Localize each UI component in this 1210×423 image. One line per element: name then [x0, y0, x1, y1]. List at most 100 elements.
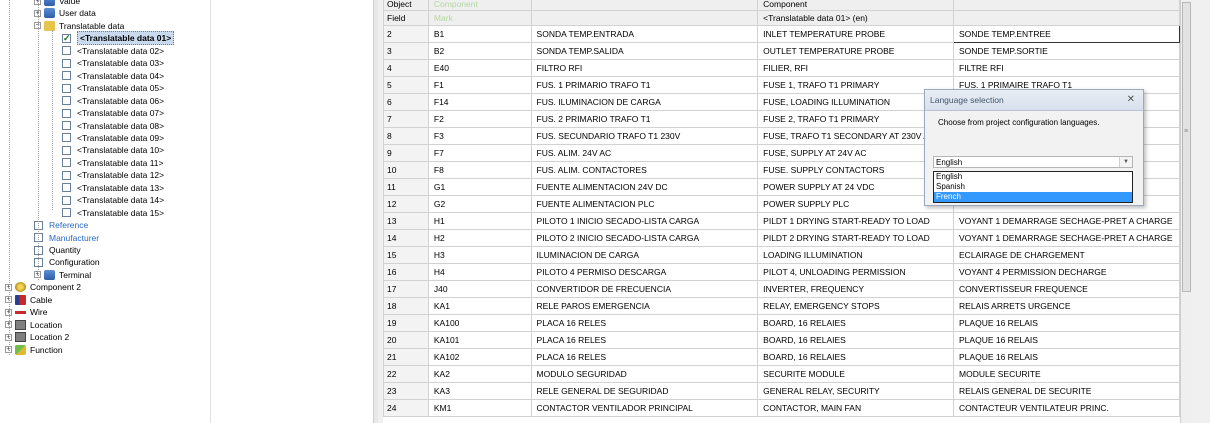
cell-source-text[interactable]: RELE GENERAL DE SEGURIDAD [530, 382, 759, 400]
table-row[interactable]: 18 KA1 RELE PAROS EMERGENCIA RELAY, EMERGEN… [383, 297, 1180, 315]
cell-source-text[interactable]: PILOTO 2 INICIO SECADO-LISTA CARGA [530, 229, 759, 247]
cell-source-text[interactable]: FUS. ALIM. CONTACTORES [530, 161, 759, 179]
table-row[interactable]: 3 B2 SONDA TEMP.SALIDA OUTLET TEMPERATURE P… [383, 42, 1180, 60]
tree-node[interactable]: <Translatable data 12> [62, 169, 164, 181]
cell-mark[interactable]: E40 [427, 59, 532, 77]
row-number[interactable]: 20 [383, 331, 429, 349]
cell-mark[interactable]: B2 [427, 42, 532, 60]
row-number[interactable]: 5 [383, 76, 429, 94]
cell-source-text[interactable]: FILTRO RFI [530, 59, 759, 77]
cell-translation-fr[interactable]: FILTRE RFI [953, 59, 1180, 77]
cell-translation-fr[interactable]: VOYANT 1 DEMARRAGE SECHAGE-PRET A CHARGE [953, 212, 1180, 230]
cell-translation-fr[interactable]: VOYANT 4 PERMISSION DECHARGE [953, 263, 1180, 281]
tree-checkbox[interactable] [62, 121, 71, 130]
cell-mark[interactable]: KA102 [427, 348, 532, 366]
cell-translation-fr[interactable]: MODULE SECURITE [953, 365, 1180, 383]
table-row[interactable]: 19 KA100 PLACA 16 RELES BOARD, 16 RELAIES PL… [383, 314, 1180, 332]
cell-mark[interactable]: KA2 [427, 365, 532, 383]
cell-mark[interactable]: F7 [427, 144, 532, 162]
cell-translation-fr[interactable]: CONTACTEUR VENTILATEUR PRINC. [953, 399, 1180, 417]
close-icon[interactable]: ✕ [1127, 90, 1135, 110]
tree-node[interactable]: + Function [5, 344, 63, 356]
table-row[interactable]: 21 KA102 PLACA 16 RELES BOARD, 16 RELAIES PL… [383, 348, 1180, 366]
row-number[interactable]: 9 [383, 144, 429, 162]
cell-mark[interactable]: B1 [427, 25, 532, 43]
cell-translation-en[interactable]: GENERAL RELAY, SECURITY [757, 382, 955, 400]
panel-splitter[interactable] [373, 0, 378, 423]
cell-source-text[interactable]: FUENTE ALIMENTACION PLC [530, 195, 759, 213]
tree-checkbox[interactable] [62, 208, 71, 218]
cell-source-text[interactable]: FUS. ALIM. 24V AC [530, 144, 759, 162]
cell-source-text[interactable]: RELE PAROS EMERGENCIA [530, 297, 759, 315]
row-number[interactable]: 19 [383, 314, 429, 332]
cell-source-text[interactable]: FUS. 2 PRIMARIO TRAFO T1 [530, 110, 759, 128]
cell-translation-en[interactable]: RELAY, EMERGENCY STOPS [757, 297, 955, 315]
language-option[interactable]: Spanish [934, 182, 1132, 192]
table-row[interactable]: 4 E40 FILTRO RFI FILIER, RFI FILTRE RFI [383, 59, 1180, 77]
language-option[interactable]: French [934, 192, 1132, 202]
cell-translation-fr[interactable]: CONVERTISSEUR FREQUENCE [953, 280, 1180, 298]
table-row[interactable]: 2 B1 SONDA TEMP.ENTRADA INLET TEMPERATURE P… [383, 25, 1180, 43]
cell-translation-fr[interactable]: SONDE TEMP.ENTREE [953, 25, 1180, 43]
cell-translation-en[interactable]: BOARD, 16 RELAIES [757, 314, 955, 332]
header-cell[interactable] [530, 10, 759, 26]
cell-translation-en[interactable]: FILIER, RFI [757, 59, 955, 77]
header-cell[interactable]: Component [427, 0, 532, 11]
cell-translation-en[interactable]: BOARD, 16 RELAIES [757, 331, 955, 349]
cell-translation-fr[interactable]: VOYANT 1 DEMARRAGE SECHAGE-PRET A CHARGE [953, 229, 1180, 247]
cell-mark[interactable]: H1 [427, 212, 532, 230]
row-number[interactable]: 10 [383, 161, 429, 179]
cell-source-text[interactable]: PILOTO 4 PERMISO DESCARGA [530, 263, 759, 281]
tree-node[interactable]: <Translatable data 05> [62, 82, 164, 94]
tree-node[interactable]: + Cable [5, 294, 52, 306]
row-number[interactable]: 6 [383, 93, 429, 111]
tree-node[interactable]: + Component 2 [5, 281, 81, 293]
tree-checkbox[interactable] [62, 133, 71, 143]
tree-node[interactable]: Reference [34, 219, 88, 231]
table-row[interactable]: 17 J40 CONVERTIDOR DE FRECUENCIA INVERTER, … [383, 280, 1180, 298]
cell-source-text[interactable]: MODULO SEGURIDAD [530, 365, 759, 383]
cell-mark[interactable]: G1 [427, 178, 532, 196]
tree-checkbox[interactable] [62, 71, 71, 81]
cell-translation-en[interactable]: PILDT 1 DRYING START-READY TO LOAD [757, 212, 955, 230]
cell-mark[interactable]: KA100 [427, 314, 532, 332]
tree-node[interactable]: <Translatable data 10> [62, 144, 164, 156]
cell-translation-fr[interactable]: PLAQUE 16 RELAIS [953, 314, 1180, 332]
row-number[interactable]: 21 [383, 348, 429, 366]
cell-translation-fr[interactable]: RELAIS GENERAL DE SECURITE [953, 382, 1180, 400]
cell-source-text[interactable]: SONDA TEMP.ENTRADA [530, 25, 759, 43]
cell-source-text[interactable]: FUS. SECUNDARIO TRAFO T1 230V [530, 127, 759, 145]
tree-checkbox[interactable] [62, 170, 71, 180]
cell-translation-en[interactable]: SECURITE MODULE [757, 365, 955, 383]
cell-mark[interactable]: KM1 [427, 399, 532, 417]
header-cell[interactable] [530, 0, 759, 11]
cell-mark[interactable]: H2 [427, 229, 532, 247]
tree-node[interactable]: Manufacturer [34, 232, 99, 244]
cell-source-text[interactable]: PLACA 16 RELES [530, 314, 759, 332]
tree-node[interactable]: <Translatable data 07> [62, 107, 164, 119]
row-number[interactable]: 14 [383, 229, 429, 247]
row-number[interactable]: 23 [383, 382, 429, 400]
row-number[interactable]: 22 [383, 365, 429, 383]
scrollbar-thumb[interactable] [1182, 2, 1191, 292]
dialog-titlebar[interactable]: Language selection ✕ [925, 90, 1143, 111]
cell-source-text[interactable]: CONVERTIDOR DE FRECUENCIA [530, 280, 759, 298]
tree-node[interactable]: <Translatable data 11> [62, 157, 163, 169]
row-number[interactable]: 18 [383, 297, 429, 315]
cell-source-text[interactable]: FUS. ILUMINACION DE CARGA [530, 93, 759, 111]
cell-translation-en[interactable]: LOADING ILLUMINATION [757, 246, 955, 264]
cell-source-text[interactable]: FUENTE ALIMENTACION 24V DC [530, 178, 759, 196]
tree-checkbox[interactable] [62, 108, 71, 118]
tree-node[interactable]: + Location 2 [5, 331, 69, 343]
row-number[interactable]: 13 [383, 212, 429, 230]
cell-source-text[interactable]: PLACA 16 RELES [530, 331, 759, 349]
cell-mark[interactable]: KA3 [427, 382, 532, 400]
tree-node[interactable]: <Translatable data 02> [62, 45, 164, 57]
row-number[interactable]: 11 [383, 178, 429, 196]
cell-translation-en[interactable]: PILDT 2 DRYING START-READY TO LOAD [757, 229, 955, 247]
cell-translation-en[interactable]: INLET TEMPERATURE PROBE [757, 25, 955, 43]
cell-mark[interactable]: F3 [427, 127, 532, 145]
tree-checkbox[interactable] [62, 183, 71, 193]
tree-node[interactable]: − Translatable data [34, 20, 124, 32]
cell-source-text[interactable]: CONTACTOR VENTILADOR PRINCIPAL [530, 399, 759, 417]
